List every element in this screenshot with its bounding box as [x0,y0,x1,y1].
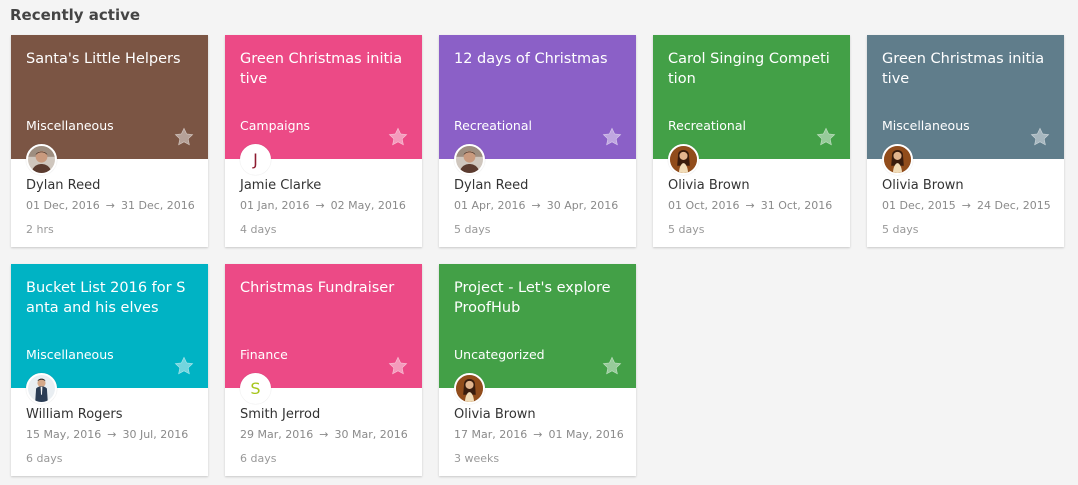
avatar [882,144,913,175]
date-range: 17 Mar, 2016 → 01 May, 2016 [454,428,624,441]
start-date: 17 Mar, 2016 [454,428,528,441]
card-header[interactable]: Project - Let's explore ProofHub Uncatego… [439,264,636,404]
card-header[interactable]: 12 days of Christmas Recreational [439,35,636,175]
owner-name: Olivia Brown [882,178,964,193]
start-date: 01 Dec, 2015 [882,199,956,212]
arrow-right-icon: → [105,199,115,212]
star-icon[interactable] [601,355,623,377]
start-date: 01 Oct, 2016 [668,199,740,212]
project-card[interactable]: Bucket List 2016 for Santa and his elves… [11,264,208,476]
star-icon[interactable] [387,355,409,377]
date-range: 01 Dec, 2015 → 24 Dec, 2015 [882,199,1051,212]
project-title[interactable]: Christmas Fundraiser [240,278,407,318]
avatar: S [240,373,271,404]
start-date: 01 Dec, 2016 [26,199,100,212]
project-category: Miscellaneous [26,347,114,362]
activity-time: 6 days [26,452,63,465]
project-title[interactable]: 12 days of Christmas [454,49,621,89]
star-icon[interactable] [173,355,195,377]
end-date: 24 Dec, 2015 [977,199,1051,212]
activity-time: 3 weeks [454,452,500,465]
start-date: 15 May, 2016 [26,428,102,441]
project-card[interactable]: Santa's Little Helpers Miscellaneous Dylan… [11,35,208,247]
project-title[interactable]: Bucket List 2016 for Santa and his elves [26,278,193,318]
end-date: 31 Oct, 2016 [760,199,833,212]
star-icon[interactable] [1029,126,1051,148]
arrow-right-icon: → [533,428,543,441]
project-card[interactable]: 12 days of Christmas Recreational Dylan Re… [439,35,636,247]
card-header[interactable]: Bucket List 2016 for Santa and his elves… [11,264,208,404]
avatar [454,373,485,404]
owner-name: William Rogers [26,407,123,422]
project-card[interactable]: Christmas Fundraiser Finance S Smith Jerrod… [225,264,422,476]
start-date: 01 Jan, 2016 [240,199,310,212]
project-card[interactable]: Carol Singing Competition Recreational Oli… [653,35,850,247]
project-category: Finance [240,347,288,362]
date-range: 01 Dec, 2016 → 31 Dec, 2016 [26,199,195,212]
end-date: 30 Mar, 2016 [334,428,408,441]
owner-name: Dylan Reed [26,178,101,193]
project-category: Uncategorized [454,347,545,362]
avatar: J [240,144,271,175]
card-header[interactable]: Green Christmas initiative Campaigns J [225,35,422,175]
owner-name: Dylan Reed [454,178,529,193]
arrow-right-icon: → [107,428,117,441]
project-title[interactable]: Carol Singing Competition [668,49,835,89]
project-card[interactable]: Green Christmas initiative Campaigns J Jami… [225,35,422,247]
project-card[interactable]: Green Christmas initiative Miscellaneous O… [867,35,1064,247]
owner-name: Olivia Brown [454,407,536,422]
avatar-letter: S [250,379,261,398]
end-date: 30 Jul, 2016 [122,428,189,441]
owner-name: Smith Jerrod [240,407,321,422]
date-range: 15 May, 2016 → 30 Jul, 2016 [26,428,193,441]
card-header[interactable]: Santa's Little Helpers Miscellaneous [11,35,208,175]
end-date: 02 May, 2016 [330,199,406,212]
project-title[interactable]: Green Christmas initiative [882,49,1049,89]
project-card[interactable]: Project - Let's explore ProofHub Uncatego… [439,264,636,476]
end-date: 01 May, 2016 [548,428,624,441]
avatar-letter: J [253,150,258,169]
start-date: 29 Mar, 2016 [240,428,314,441]
end-date: 31 Dec, 2016 [121,199,195,212]
arrow-right-icon: → [319,428,329,441]
arrow-right-icon: → [961,199,971,212]
section-title: Recently active [10,6,141,24]
arrow-right-icon: → [531,199,541,212]
owner-name: Jamie Clarke [240,178,322,193]
activity-time: 4 days [240,223,277,236]
activity-time: 2 hrs [26,223,54,236]
avatar [26,373,57,404]
date-range: 29 Mar, 2016 → 30 Mar, 2016 [240,428,408,441]
activity-time: 5 days [454,223,491,236]
star-icon[interactable] [387,126,409,148]
activity-time: 5 days [882,223,919,236]
project-category: Recreational [668,118,746,133]
avatar [668,144,699,175]
star-icon[interactable] [815,126,837,148]
project-category: Recreational [454,118,532,133]
card-header[interactable]: Christmas Fundraiser Finance S [225,264,422,404]
arrow-right-icon: → [745,199,755,212]
star-icon[interactable] [601,126,623,148]
project-category: Campaigns [240,118,311,133]
activity-time: 6 days [240,452,277,465]
activity-time: 5 days [668,223,705,236]
avatar [26,144,57,175]
star-icon[interactable] [173,126,195,148]
project-title[interactable]: Green Christmas initiative [240,49,407,89]
date-range: 01 Apr, 2016 → 30 Apr, 2016 [454,199,621,212]
avatar [454,144,485,175]
project-category: Miscellaneous [26,118,114,133]
date-range: 01 Oct, 2016 → 31 Oct, 2016 [668,199,835,212]
project-title[interactable]: Project - Let's explore ProofHub [454,278,621,318]
arrow-right-icon: → [315,199,325,212]
card-header[interactable]: Green Christmas initiative Miscellaneous [867,35,1064,175]
date-range: 01 Jan, 2016 → 02 May, 2016 [240,199,407,212]
card-header[interactable]: Carol Singing Competition Recreational [653,35,850,175]
project-category: Miscellaneous [882,118,970,133]
end-date: 30 Apr, 2016 [546,199,619,212]
start-date: 01 Apr, 2016 [454,199,526,212]
owner-name: Olivia Brown [668,178,750,193]
project-title[interactable]: Santa's Little Helpers [26,49,193,89]
